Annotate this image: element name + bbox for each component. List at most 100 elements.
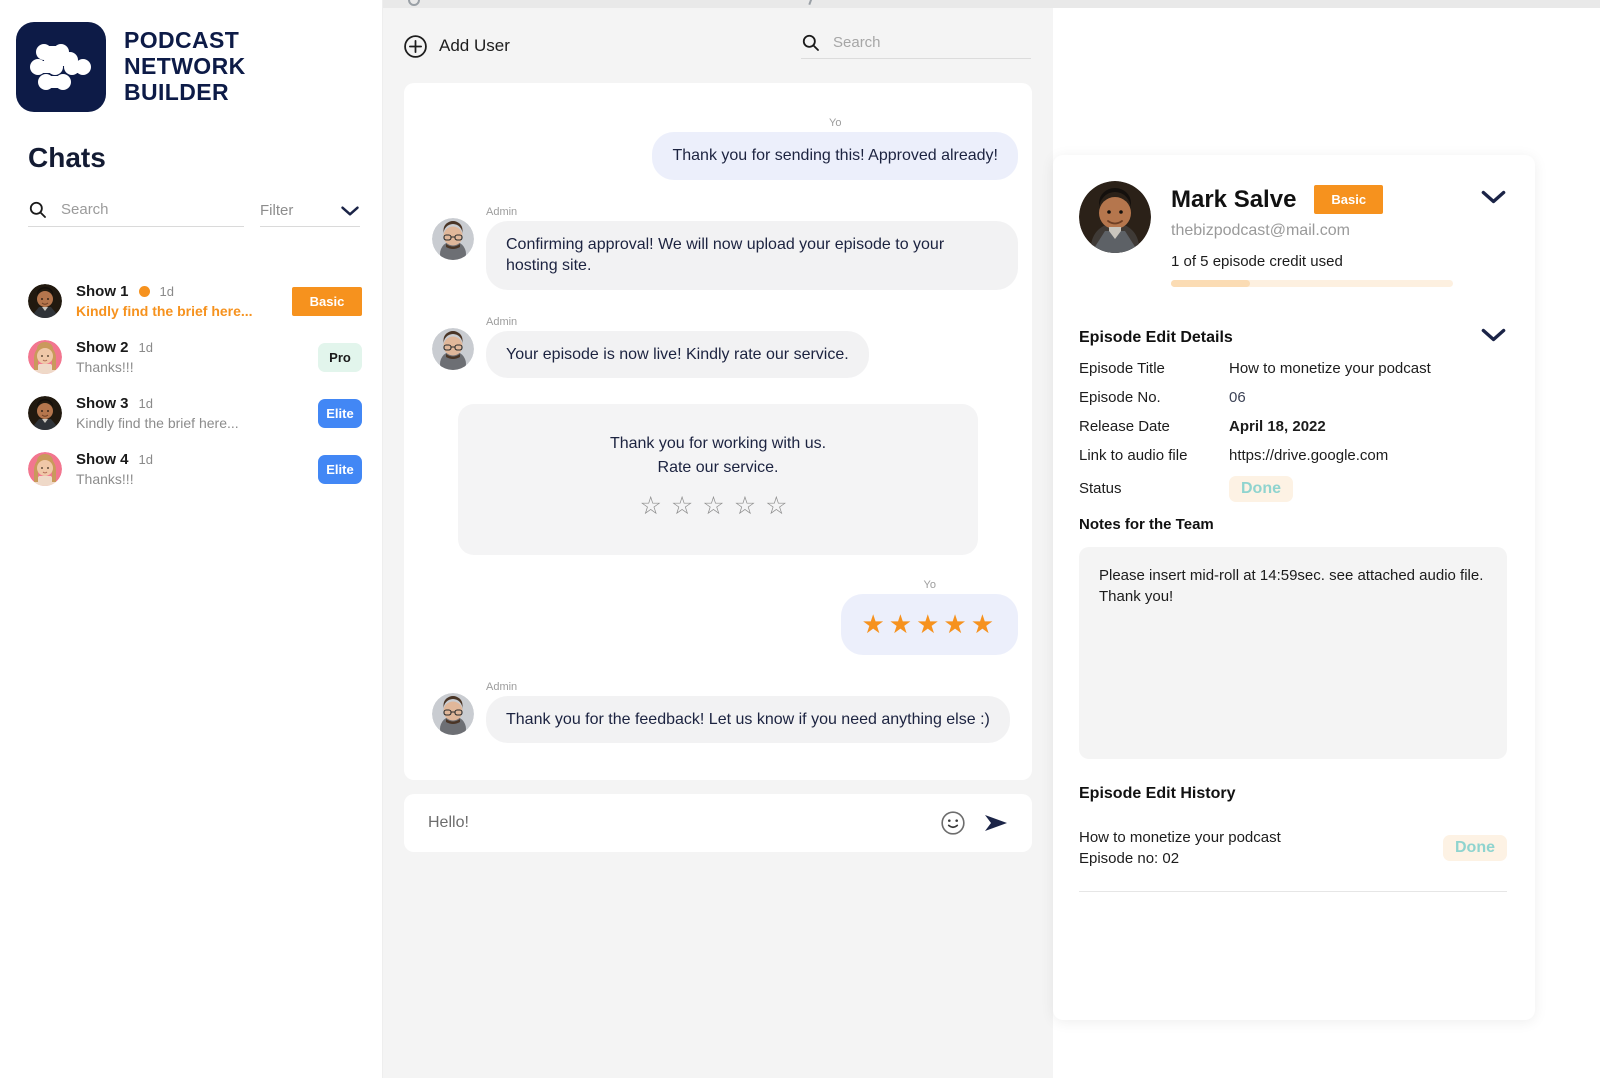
chat-item-name: Show 4 bbox=[76, 451, 129, 468]
episode-detail-value: How to monetize your podcast bbox=[1229, 360, 1431, 377]
profile-info: Mark Salve Basic thebizpodcast@mail.com … bbox=[1171, 181, 1507, 287]
podcast-network-logo-icon bbox=[16, 22, 106, 112]
message-bubble-wrap: Yo ★★★★★ bbox=[841, 579, 1018, 655]
history-status-badge: Done bbox=[1443, 835, 1507, 861]
episode-detail-row: Link to audio file https://drive.google.c… bbox=[1079, 447, 1507, 464]
star-rating-input[interactable]: ☆☆☆☆☆ bbox=[458, 491, 978, 521]
chat-item-header: Show 3 1d bbox=[76, 395, 304, 412]
rating-line-1: Thank you for working with us. bbox=[609, 435, 827, 453]
episode-detail-label: Episode No. bbox=[1079, 389, 1161, 406]
history-item[interactable]: How to monetize your podcast Episode no:… bbox=[1079, 827, 1507, 892]
episode-detail-label: Episode Title bbox=[1079, 360, 1165, 377]
details-panel: Mark Salve Basic thebizpodcast@mail.com … bbox=[1053, 155, 1535, 1020]
chat-item-body: Show 1 1d Kindly find the brief here... bbox=[76, 283, 278, 319]
avatar bbox=[28, 396, 62, 430]
credit-progress-bar bbox=[1171, 280, 1453, 287]
episode-detail-rows: Episode Title How to monetize your podcas… bbox=[1079, 360, 1507, 464]
sidebar-chat-item-2[interactable]: Show 2 1d Thanks!!! Pro bbox=[0, 329, 382, 385]
message-row: Admin Thank you for the feedback! Let us… bbox=[418, 681, 1018, 744]
profile-collapse-toggle[interactable] bbox=[1480, 189, 1507, 210]
message-sender: Admin bbox=[486, 205, 518, 218]
chat-item-header: Show 2 1d bbox=[76, 339, 304, 356]
page-title: Chats bbox=[28, 142, 106, 173]
chat-item-header: Show 4 1d bbox=[76, 451, 304, 468]
message-text: Thank you for the feedback! Let us know … bbox=[486, 695, 1010, 744]
episode-detail-row: Release Date April 18, 2022 bbox=[1079, 418, 1507, 435]
chat-item-time: 1d bbox=[138, 396, 153, 411]
chevron-down-icon bbox=[1481, 190, 1506, 204]
chat-panel: Add User Search Yo Thank you for sending… bbox=[383, 8, 1053, 1078]
message-bubble-wrap: Yo Thank you for sending this! Approved … bbox=[652, 117, 1018, 180]
filter-label: Filter bbox=[260, 202, 294, 219]
episode-details-header: Episode Edit Details bbox=[1079, 327, 1507, 348]
history-item-title: How to monetize your podcast bbox=[1079, 829, 1281, 846]
message-text: Your episode is now live! Kindly rate ou… bbox=[486, 330, 869, 379]
episode-detail-row: Episode No. 06 bbox=[1079, 389, 1507, 406]
sidebar-chat-item-1[interactable]: Show 1 1d Kindly find the brief here... Bas… bbox=[0, 273, 382, 329]
chevron-down-icon bbox=[1481, 328, 1506, 342]
chevron-down-icon bbox=[341, 205, 359, 216]
message-row: Yo ★★★★★ bbox=[418, 579, 1018, 655]
episode-details-title: Episode Edit Details bbox=[1079, 328, 1233, 346]
chat-item-plan-badge: Basic bbox=[292, 286, 362, 316]
avatar bbox=[28, 284, 62, 318]
brand-line-1: PODCAST bbox=[124, 27, 240, 54]
browser-chrome-strip bbox=[380, 0, 1600, 8]
add-user-button[interactable]: Add User bbox=[403, 34, 510, 59]
rating-request-card: Thank you for working with us. Rate our … bbox=[458, 404, 978, 555]
sidebar-search-input[interactable]: Search bbox=[28, 200, 244, 227]
message-sender: Yo bbox=[829, 117, 842, 129]
avatar bbox=[28, 452, 62, 486]
episode-detail-label: Link to audio file bbox=[1079, 447, 1188, 464]
filter-dropdown[interactable]: Filter bbox=[260, 202, 360, 227]
avatar bbox=[1079, 181, 1151, 253]
message-bubble-wrap: Admin Confirming approval! We will now u… bbox=[486, 206, 1018, 290]
status-badge: Done bbox=[1229, 476, 1293, 502]
chat-item-plan-badge: Pro bbox=[318, 342, 362, 372]
chat-item-plan-badge: Elite bbox=[318, 398, 362, 428]
profile-header: Mark Salve Basic thebizpodcast@mail.com … bbox=[1079, 181, 1507, 287]
episode-detail-value: 06 bbox=[1229, 389, 1246, 406]
notes-textarea[interactable]: Please insert mid-roll at 14:59sec. see … bbox=[1079, 547, 1507, 759]
plus-circle-icon bbox=[404, 34, 427, 58]
message-composer[interactable]: Hello! bbox=[404, 794, 1032, 852]
message-sender: Yo bbox=[923, 578, 936, 591]
message-sender: Admin bbox=[486, 680, 518, 693]
message-sender: Admin bbox=[486, 315, 518, 328]
sidebar-search-placeholder: Search bbox=[61, 201, 109, 218]
chat-item-time: 1d bbox=[138, 452, 153, 467]
brand-logo[interactable]: PODCAST NETWORK BUILDER bbox=[0, 0, 382, 112]
profile-email: thebizpodcast@mail.com bbox=[1171, 222, 1350, 239]
history-title: Episode Edit History bbox=[1079, 785, 1236, 802]
profile-name-row: Mark Salve Basic bbox=[1171, 185, 1507, 214]
sidebar-chat-item-3[interactable]: Show 3 1d Kindly find the brief here... Eli… bbox=[0, 385, 382, 441]
app-root: PODCAST NETWORK BUILDER Chats Search Fil… bbox=[0, 0, 1600, 1078]
chat-item-name: Show 1 bbox=[76, 283, 129, 300]
chat-search-input[interactable]: Search bbox=[801, 33, 1031, 59]
chat-item-time: 1d bbox=[138, 340, 153, 355]
chat-list: Show 1 1d Kindly find the brief here... Bas… bbox=[0, 273, 382, 497]
sidebar-chat-item-4[interactable]: Show 4 1d Thanks!!! Elite bbox=[0, 441, 382, 497]
history-item-episode: Episode no: 02 bbox=[1079, 850, 1180, 867]
emoji-icon[interactable] bbox=[940, 810, 966, 836]
send-icon[interactable] bbox=[982, 811, 1010, 835]
search-icon bbox=[802, 34, 819, 51]
sidebar-search-row: Search Filter bbox=[28, 200, 360, 227]
chat-item-preview: Thanks!!! bbox=[76, 359, 134, 375]
reload-icon bbox=[408, 0, 420, 6]
add-user-label: Add User bbox=[439, 36, 510, 55]
avatar bbox=[432, 692, 474, 735]
avatar bbox=[432, 217, 474, 260]
chat-item-body: Show 2 1d Thanks!!! bbox=[76, 339, 304, 375]
brand-wordmark: PODCAST NETWORK BUILDER bbox=[124, 28, 246, 105]
toolbar-glyph-icon bbox=[808, 0, 814, 6]
episode-details-collapse-toggle[interactable] bbox=[1480, 327, 1507, 348]
message-row: Yo Thank you for sending this! Approved … bbox=[418, 117, 1018, 180]
message-bubble-wrap: Admin Your episode is now live! Kindly r… bbox=[486, 316, 869, 379]
message-rating: ★★★★★ bbox=[841, 593, 1018, 655]
episode-detail-value[interactable]: https://drive.google.com bbox=[1229, 447, 1388, 464]
brand-line-3: BUILDER bbox=[124, 78, 230, 105]
avatar bbox=[432, 327, 474, 370]
chat-item-preview: Thanks!!! bbox=[76, 471, 134, 487]
chat-item-name: Show 3 bbox=[76, 395, 129, 412]
